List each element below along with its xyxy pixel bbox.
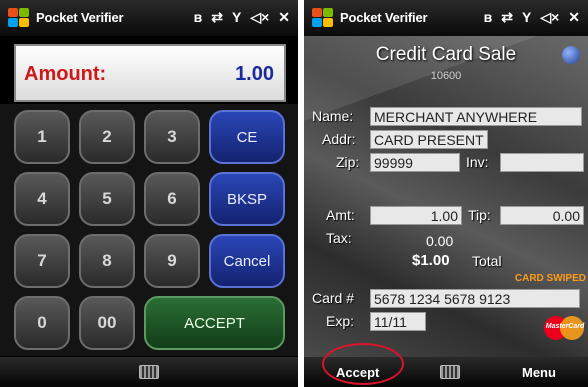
signal-icon: Y <box>521 9 532 25</box>
key-9[interactable]: 9 <box>144 234 200 288</box>
card-swiped-badge: CARD SWIPED <box>514 273 586 284</box>
zip-field[interactable]: 99999 <box>370 153 460 172</box>
windows-start-icon[interactable] <box>312 8 334 28</box>
menu-softkey[interactable]: Menu <box>522 365 556 380</box>
background-photo <box>304 36 588 357</box>
key-3[interactable]: 3 <box>144 110 200 164</box>
volume-mute-icon[interactable]: ◁× <box>540 9 559 26</box>
total-label: Total <box>472 253 502 269</box>
tax-value: 0.00 <box>426 233 454 249</box>
accept-button[interactable]: ACCEPT <box>144 296 285 350</box>
page-title: Credit Card Sale <box>375 44 517 65</box>
mastercard-logo: MasterCard <box>542 314 586 342</box>
key-6[interactable]: 6 <box>144 172 200 226</box>
name-field[interactable]: MERCHANT ANYWHERE <box>370 107 582 126</box>
zip-label: Zip: <box>336 154 360 170</box>
card-number-field[interactable]: 5678 1234 5678 9123 <box>370 289 580 308</box>
volume-mute-icon[interactable]: ◁× <box>250 9 269 26</box>
cancel-button[interactable]: Cancel <box>209 234 285 288</box>
signal-icon: Y <box>231 9 242 25</box>
exp-field[interactable]: 11/11 <box>370 312 426 331</box>
addr-label: Addr: <box>322 131 356 147</box>
sync-icon: ⇄ <box>501 9 513 25</box>
bluetooth-icon: ʙ <box>483 9 493 25</box>
sale-screen: Pocket Verifier ʙ ⇄ Y ◁× ✕ Credit Card S… <box>304 0 588 387</box>
keyboard-icon[interactable] <box>139 365 159 379</box>
clear-entry-button[interactable]: CE <box>209 110 285 164</box>
app-title: Pocket Verifier <box>340 10 428 25</box>
key-2[interactable]: 2 <box>79 110 135 164</box>
sync-icon: ⇄ <box>211 9 223 25</box>
inv-label: Inv: <box>466 154 489 170</box>
bluetooth-icon: ʙ <box>193 9 203 25</box>
amount-value: 1.00 <box>235 63 274 85</box>
key-7[interactable]: 7 <box>14 234 70 288</box>
windows-start-icon[interactable] <box>8 8 30 28</box>
inv-field[interactable] <box>500 153 584 172</box>
key-0[interactable]: 0 <box>14 296 70 350</box>
key-1[interactable]: 1 <box>14 110 70 164</box>
softkey-bar <box>0 357 298 387</box>
keypad: 1 2 3 CE 4 5 6 BKSP 7 8 9 Cancel 0 00 AC… <box>0 104 298 356</box>
total-amount: $1.00 <box>412 252 450 269</box>
tax-label: Tax: <box>326 230 352 246</box>
card-number-label: Card # <box>312 290 355 306</box>
status-bar: Pocket Verifier ʙ ⇄ Y ◁× ✕ <box>304 0 588 36</box>
backspace-button[interactable]: BKSP <box>209 172 285 226</box>
amount-display: Amount: 1.00 <box>14 44 286 102</box>
tip-field[interactable]: 0.00 <box>500 206 584 225</box>
transaction-number: 10600 <box>430 70 462 82</box>
amt-label: Amt: <box>326 207 355 223</box>
keyboard-icon[interactable] <box>440 365 460 379</box>
key-4[interactable]: 4 <box>14 172 70 226</box>
tip-label: Tip: <box>468 207 491 223</box>
highlight-circle <box>322 343 404 385</box>
amt-field[interactable]: 1.00 <box>370 206 462 225</box>
key-8[interactable]: 8 <box>79 234 135 288</box>
amount-label: Amount: <box>24 63 107 85</box>
key-5[interactable]: 5 <box>79 172 135 226</box>
close-icon[interactable]: ✕ <box>278 9 290 26</box>
app-title: Pocket Verifier <box>36 10 124 25</box>
name-label: Name: <box>312 108 354 124</box>
key-00[interactable]: 00 <box>79 296 135 350</box>
status-bar: Pocket Verifier ʙ ⇄ Y ◁× ✕ <box>0 0 298 36</box>
exp-label: Exp: <box>326 313 355 329</box>
globe-icon <box>562 46 580 64</box>
close-icon[interactable]: ✕ <box>568 9 580 26</box>
keypad-screen: Pocket Verifier ʙ ⇄ Y ◁× ✕ Amount: 1.00 … <box>0 0 298 387</box>
addr-field[interactable]: CARD PRESENT <box>370 130 488 149</box>
